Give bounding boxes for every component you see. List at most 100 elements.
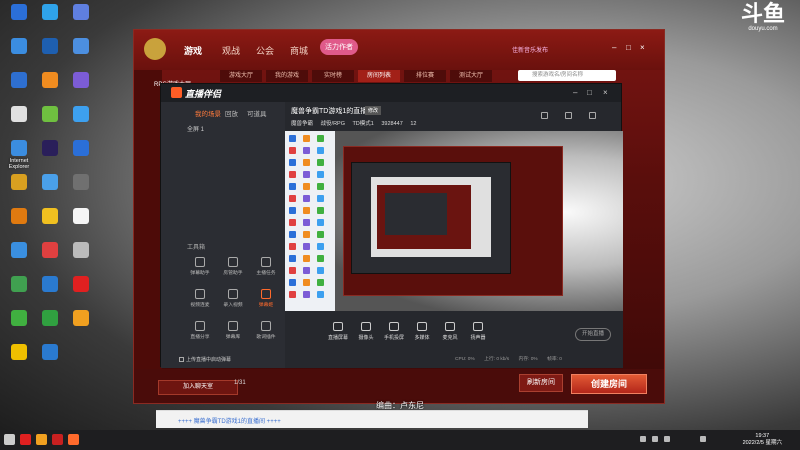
tool-item[interactable]: 房管助手 [220, 257, 246, 276]
desktop-icon[interactable] [2, 174, 36, 192]
netease-icon[interactable] [20, 434, 31, 445]
desktop-icon[interactable] [33, 140, 67, 158]
desktop-icon[interactable] [64, 276, 98, 294]
preview-desktop-icon [289, 147, 296, 154]
tool-item[interactable]: 录入视频 [220, 289, 246, 308]
minimize-icon[interactable]: – [612, 44, 620, 52]
control-button[interactable]: 扬声器 [465, 322, 491, 341]
subtab-ranking[interactable]: 实时榜 [312, 70, 354, 82]
desktop-icon[interactable] [64, 106, 98, 124]
preview-desktop-icon [303, 195, 310, 202]
tab-my-scene[interactable]: 我的场景 [195, 108, 221, 118]
control-button[interactable]: 多媒体 [409, 322, 435, 341]
desktop-icon[interactable] [2, 106, 36, 124]
edit-room-tag[interactable]: 修改 [365, 106, 382, 115]
join-chat-button[interactable]: 加入聊天室 [158, 380, 238, 395]
control-button[interactable]: 直播屏幕 [325, 322, 351, 341]
volume-icon[interactable] [700, 436, 706, 442]
meta-room-id: 3928447 [381, 121, 403, 127]
war3-icon[interactable] [52, 434, 63, 445]
refresh-rooms-button[interactable]: 刷新房间 [519, 374, 563, 392]
game-tab-watch[interactable]: 观战 [222, 44, 240, 57]
desktop-icon[interactable] [33, 4, 67, 22]
share-icon[interactable] [541, 112, 548, 119]
desktop-icon[interactable] [2, 72, 36, 90]
scene-item[interactable]: 全屏 1 [187, 124, 204, 133]
preview-desktop-icon [289, 171, 296, 178]
game-tab-play[interactable]: 游戏 [184, 44, 202, 57]
subtab-my-games[interactable]: 我的游戏 [266, 70, 308, 82]
tab-replay[interactable]: 回放 [225, 108, 238, 118]
desktop-icon[interactable] [64, 208, 98, 226]
tray-icon-3[interactable] [664, 436, 670, 442]
subtab-ladder[interactable]: 排位赛 [404, 70, 446, 82]
game-username[interactable]: 佳新音乐发布 [512, 45, 548, 54]
desktop-icon[interactable] [2, 310, 36, 328]
danmu-checkbox[interactable] [179, 357, 184, 363]
desktop-icon[interactable] [2, 344, 36, 362]
douyu-icon[interactable] [68, 434, 79, 445]
maximize-icon[interactable]: □ [626, 44, 634, 52]
notice-icon[interactable] [565, 112, 572, 119]
desktop-icon[interactable] [2, 242, 36, 260]
clock-date: 2022/2/5 星期六 [742, 440, 782, 446]
desktop-icon[interactable] [64, 38, 98, 56]
tab-props[interactable]: 可道具 [247, 108, 267, 118]
tool-label: 录入视频 [223, 303, 243, 308]
system-clock[interactable]: 19:37 2022/2/5 星期六 [743, 433, 782, 447]
control-button[interactable]: 手机投屏 [381, 322, 407, 341]
desktop-icon[interactable] [2, 276, 36, 294]
desktop-icon[interactable] [64, 140, 98, 158]
live-close-icon[interactable]: × [603, 88, 608, 97]
tool-item[interactable]: 歌词插件 [253, 321, 279, 340]
desktop-icon[interactable]: Internet Explorer [2, 140, 36, 170]
room-link[interactable]: ++++ 魔兽争霸TD游戏1的直播间 ++++ [178, 416, 281, 425]
desktop-icon[interactable] [33, 174, 67, 192]
live-minimize-icon[interactable]: – [573, 88, 577, 97]
tool-item[interactable]: 主播任务 [253, 257, 279, 276]
tool-item[interactable]: 弹幕助手 [187, 257, 213, 276]
subtab-room-list[interactable]: 房间列表 [358, 70, 400, 82]
desktop-icon[interactable] [33, 276, 67, 294]
desktop-icon[interactable] [2, 38, 36, 56]
desktop-icon[interactable] [64, 242, 98, 260]
control-button[interactable]: 摄像头 [353, 322, 379, 341]
subtab-hall[interactable]: 游戏大厅 [220, 70, 262, 82]
close-icon[interactable]: × [640, 44, 648, 52]
desktop-icon[interactable] [33, 38, 67, 56]
subtab-test-hall[interactable]: 测试大厅 [450, 70, 492, 82]
app-icon[interactable] [36, 434, 47, 445]
creator-badge[interactable]: 活力作者 [320, 39, 358, 55]
start-live-button[interactable]: 开始直播 [575, 328, 611, 341]
tray-icon-2[interactable] [652, 436, 658, 442]
desktop-icon[interactable] [33, 208, 67, 226]
room-search-input[interactable]: 搜索游戏名/房间名称 [518, 70, 616, 81]
create-room-button[interactable]: 创建房间 [571, 374, 647, 394]
desktop-icon[interactable] [33, 310, 67, 328]
tool-item[interactable]: 视频连麦 [187, 289, 213, 308]
tool-label: 弹幕姬 [258, 303, 274, 308]
app-icon [42, 4, 58, 20]
game-tab-shop[interactable]: 商城 [290, 44, 308, 57]
desktop-icon[interactable] [33, 72, 67, 90]
desktop-icon[interactable] [64, 4, 98, 22]
start-icon[interactable] [4, 434, 15, 445]
tray-icon-1[interactable] [640, 436, 646, 442]
tool-item[interactable]: 弹幕库 [220, 321, 246, 340]
game-tab-guild[interactable]: 公会 [256, 44, 274, 57]
desktop-icon[interactable] [33, 242, 67, 260]
tool-item[interactable]: 直播分享 [187, 321, 213, 340]
desktop-icon[interactable] [64, 72, 98, 90]
desktop-icon[interactable] [64, 174, 98, 192]
preview-desktop-icon [317, 279, 324, 286]
desktop-icon[interactable] [64, 310, 98, 328]
desktop-icon[interactable] [2, 208, 36, 226]
danmu-notice[interactable]: 上传直播中启动弹幕 [179, 356, 231, 363]
desktop-icon[interactable] [2, 4, 36, 22]
desktop-icon[interactable] [33, 106, 67, 124]
desktop-icon[interactable] [33, 344, 67, 362]
settings-icon[interactable] [589, 112, 596, 119]
control-button[interactable]: 麦克风 [437, 322, 463, 341]
tool-item[interactable]: 弹幕姬 [253, 289, 279, 308]
live-maximize-icon[interactable]: □ [587, 88, 592, 97]
